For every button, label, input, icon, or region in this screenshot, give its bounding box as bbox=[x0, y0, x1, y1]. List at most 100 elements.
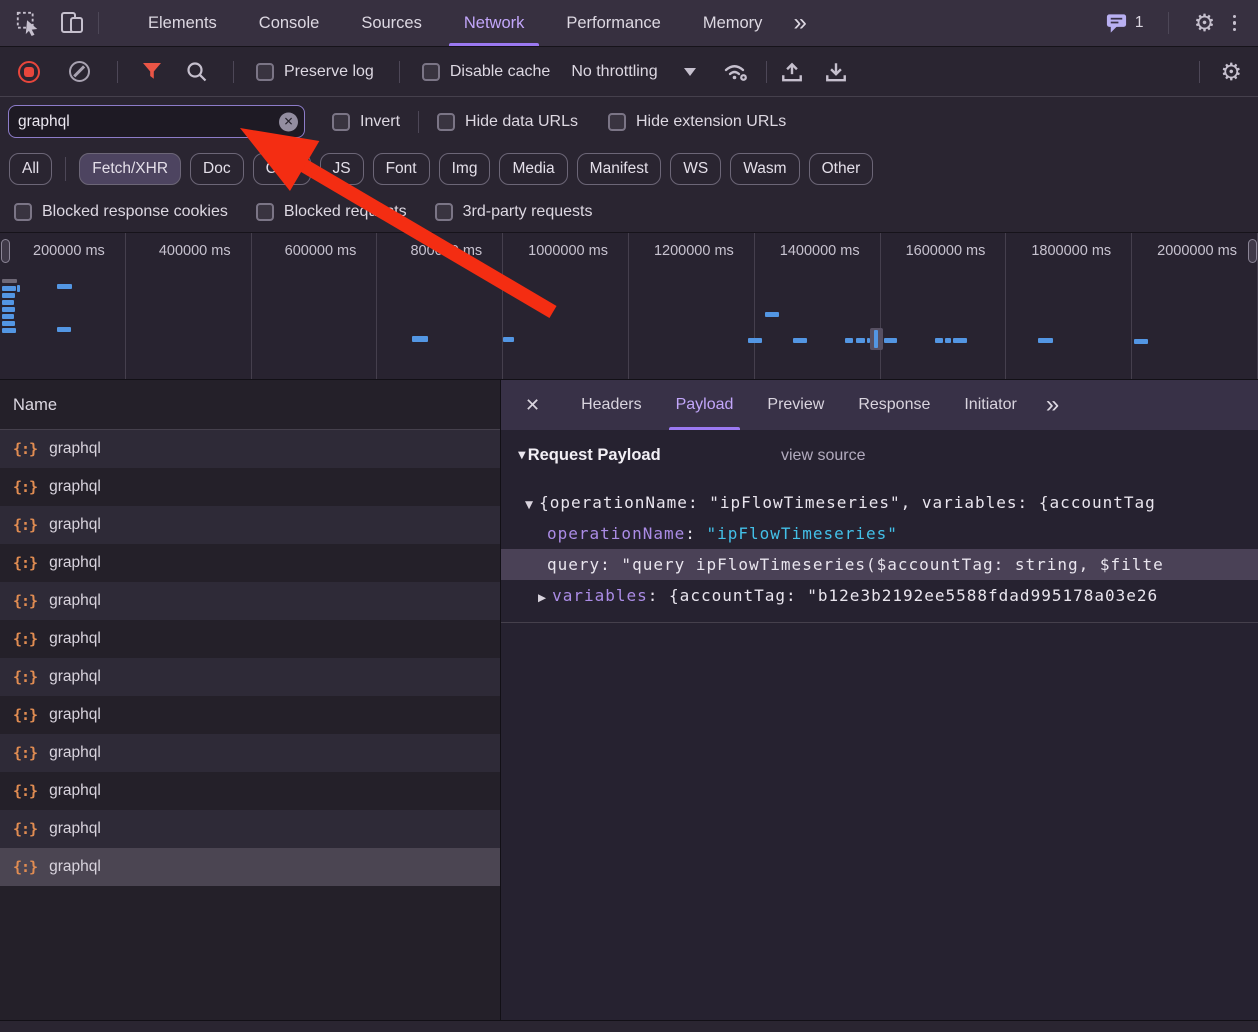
detail-tab-headers[interactable]: Headers bbox=[564, 380, 658, 430]
more-panels-icon[interactable]: » bbox=[783, 1, 816, 45]
chevron-down-icon bbox=[684, 68, 696, 76]
kebab-menu-icon[interactable] bbox=[1221, 15, 1249, 32]
checkbox[interactable] bbox=[332, 113, 350, 131]
more-detail-tabs-icon[interactable]: » bbox=[1038, 391, 1067, 419]
timeline-request-bar bbox=[2, 279, 17, 283]
payload-line[interactable]: ▶variables: {accountTag: "b12e3b2192ee55… bbox=[501, 580, 1258, 611]
view-source-link[interactable]: view source bbox=[781, 447, 865, 465]
table-row[interactable]: {:}graphql bbox=[0, 430, 500, 468]
inspect-element-icon[interactable] bbox=[12, 7, 44, 39]
3rd-party-requests-label: 3rd-party requests bbox=[463, 203, 593, 221]
checkbox[interactable] bbox=[437, 113, 455, 131]
chip-js[interactable]: JS bbox=[320, 153, 364, 185]
clear-network-log-icon[interactable] bbox=[69, 61, 90, 82]
name-column-header[interactable]: Name bbox=[0, 380, 500, 430]
timeline-overview[interactable]: 200000 ms400000 ms600000 ms800000 ms1000… bbox=[0, 233, 1258, 380]
blocked-requests-checkbox[interactable]: Blocked requests bbox=[256, 203, 407, 221]
table-row[interactable]: {:}graphql bbox=[0, 810, 500, 848]
tab-elements[interactable]: Elements bbox=[127, 0, 238, 46]
checkbox[interactable] bbox=[14, 203, 32, 221]
table-row[interactable]: {:}graphql bbox=[0, 772, 500, 810]
chip-media[interactable]: Media bbox=[499, 153, 567, 185]
table-row[interactable]: {:}graphql bbox=[0, 468, 500, 506]
network-conditions-icon[interactable] bbox=[722, 61, 750, 83]
detail-tab-payload[interactable]: Payload bbox=[659, 380, 751, 430]
table-row[interactable]: {:}graphql bbox=[0, 696, 500, 734]
import-har-icon[interactable] bbox=[780, 60, 804, 84]
preserve-log-checkbox[interactable]: Preserve log bbox=[256, 63, 374, 81]
detail-tab-preview[interactable]: Preview bbox=[750, 380, 841, 430]
disable-cache-checkbox[interactable]: Disable cache bbox=[422, 63, 551, 81]
chip-css[interactable]: CSS bbox=[253, 153, 311, 185]
json-braces-icon: {:} bbox=[13, 744, 37, 762]
table-row[interactable]: {:}graphql bbox=[0, 848, 500, 886]
chip-font[interactable]: Font bbox=[373, 153, 430, 185]
hide-extension-urls-checkbox[interactable]: Hide extension URLs bbox=[608, 113, 786, 131]
close-icon[interactable]: ✕ bbox=[517, 395, 548, 416]
tab-network[interactable]: Network bbox=[443, 0, 546, 46]
throttling-dropdown[interactable]: No throttling bbox=[571, 63, 695, 81]
payload-text: query: "query ipFlowTimeseries($accountT… bbox=[547, 555, 1164, 574]
checkbox[interactable] bbox=[435, 203, 453, 221]
chip-manifest[interactable]: Manifest bbox=[577, 153, 662, 185]
table-row[interactable]: {:} graphql bbox=[0, 544, 500, 582]
chip-wasm[interactable]: Wasm bbox=[730, 153, 799, 185]
overview-handle-right[interactable] bbox=[1248, 239, 1257, 263]
chip-img[interactable]: Img bbox=[439, 153, 491, 185]
divider bbox=[117, 61, 118, 83]
table-row[interactable]: {:}graphql bbox=[0, 734, 500, 772]
triangle-right-icon[interactable]: ▶ bbox=[538, 583, 546, 611]
checkbox[interactable] bbox=[256, 203, 274, 221]
timeline-column: 600000 ms bbox=[252, 233, 378, 379]
network-settings-gear-icon[interactable]: ⚙ bbox=[1220, 60, 1242, 84]
payload-line[interactable]: ▼{operationName: "ipFlowTimeseries", var… bbox=[501, 487, 1258, 518]
tab-memory[interactable]: Memory bbox=[682, 0, 784, 46]
payload-line[interactable]: operationName: "ipFlowTimeseries" bbox=[501, 518, 1258, 549]
table-row[interactable]: {:}graphql bbox=[0, 582, 500, 620]
details-panel: ✕ HeadersPayloadPreviewResponseInitiator… bbox=[501, 380, 1258, 1020]
hide-data-urls-checkbox[interactable]: Hide data URLs bbox=[437, 113, 578, 131]
tab-sources[interactable]: Sources bbox=[340, 0, 443, 46]
request-name: graphql bbox=[49, 554, 101, 572]
json-braces-icon: {:} bbox=[13, 820, 37, 838]
request-payload-section[interactable]: ▼ Request Payload bbox=[518, 446, 661, 465]
filter-input[interactable] bbox=[8, 105, 305, 138]
filter-funnel-icon[interactable] bbox=[142, 63, 162, 80]
network-toolbar: Preserve log Disable cache No throttling bbox=[0, 47, 1258, 97]
invert-checkbox[interactable]: Invert bbox=[332, 113, 400, 131]
checkbox[interactable] bbox=[422, 63, 440, 81]
chip-all[interactable]: All bbox=[9, 153, 52, 185]
triangle-down-icon: ▼ bbox=[518, 450, 526, 461]
detail-tab-response[interactable]: Response bbox=[841, 380, 947, 430]
timeline-tick-label: 1200000 ms bbox=[654, 243, 754, 259]
checkbox[interactable] bbox=[608, 113, 626, 131]
payload-line[interactable]: query: "query ipFlowTimeseries($accountT… bbox=[501, 549, 1258, 580]
tab-performance[interactable]: Performance bbox=[545, 0, 681, 46]
table-row[interactable]: {:}graphql bbox=[0, 620, 500, 658]
record-network-log-button[interactable] bbox=[18, 61, 40, 83]
blocked-response-cookies-checkbox[interactable]: Blocked response cookies bbox=[14, 203, 228, 221]
json-braces-icon: {:} bbox=[13, 554, 37, 572]
clear-filter-icon[interactable]: ✕ bbox=[279, 112, 298, 131]
settings-gear-icon[interactable]: ⚙ bbox=[1189, 7, 1221, 39]
3rd-party-requests-checkbox[interactable]: 3rd-party requests bbox=[435, 203, 593, 221]
table-row[interactable]: {:}graphql bbox=[0, 658, 500, 696]
detail-tab-initiator[interactable]: Initiator bbox=[947, 380, 1033, 430]
timeline-tick-label: 200000 ms bbox=[33, 243, 125, 259]
export-har-icon[interactable] bbox=[824, 60, 848, 84]
json-braces-icon: {:} bbox=[13, 782, 37, 800]
json-braces-icon: {:} bbox=[13, 592, 37, 610]
request-name: graphql bbox=[49, 440, 101, 458]
tab-console[interactable]: Console bbox=[238, 0, 341, 46]
device-toolbar-icon[interactable] bbox=[56, 7, 88, 39]
search-icon[interactable] bbox=[186, 61, 208, 83]
table-row[interactable]: {:}graphql bbox=[0, 506, 500, 544]
chip-fetch-xhr[interactable]: Fetch/XHR bbox=[79, 153, 181, 185]
chip-ws[interactable]: WS bbox=[670, 153, 721, 185]
overview-handle-left[interactable] bbox=[1, 239, 10, 263]
checkbox[interactable] bbox=[256, 63, 274, 81]
chip-doc[interactable]: Doc bbox=[190, 153, 244, 185]
issues-counter[interactable]: 1 bbox=[1105, 12, 1144, 34]
chip-other[interactable]: Other bbox=[809, 153, 874, 185]
triangle-down-icon[interactable]: ▼ bbox=[525, 490, 533, 518]
